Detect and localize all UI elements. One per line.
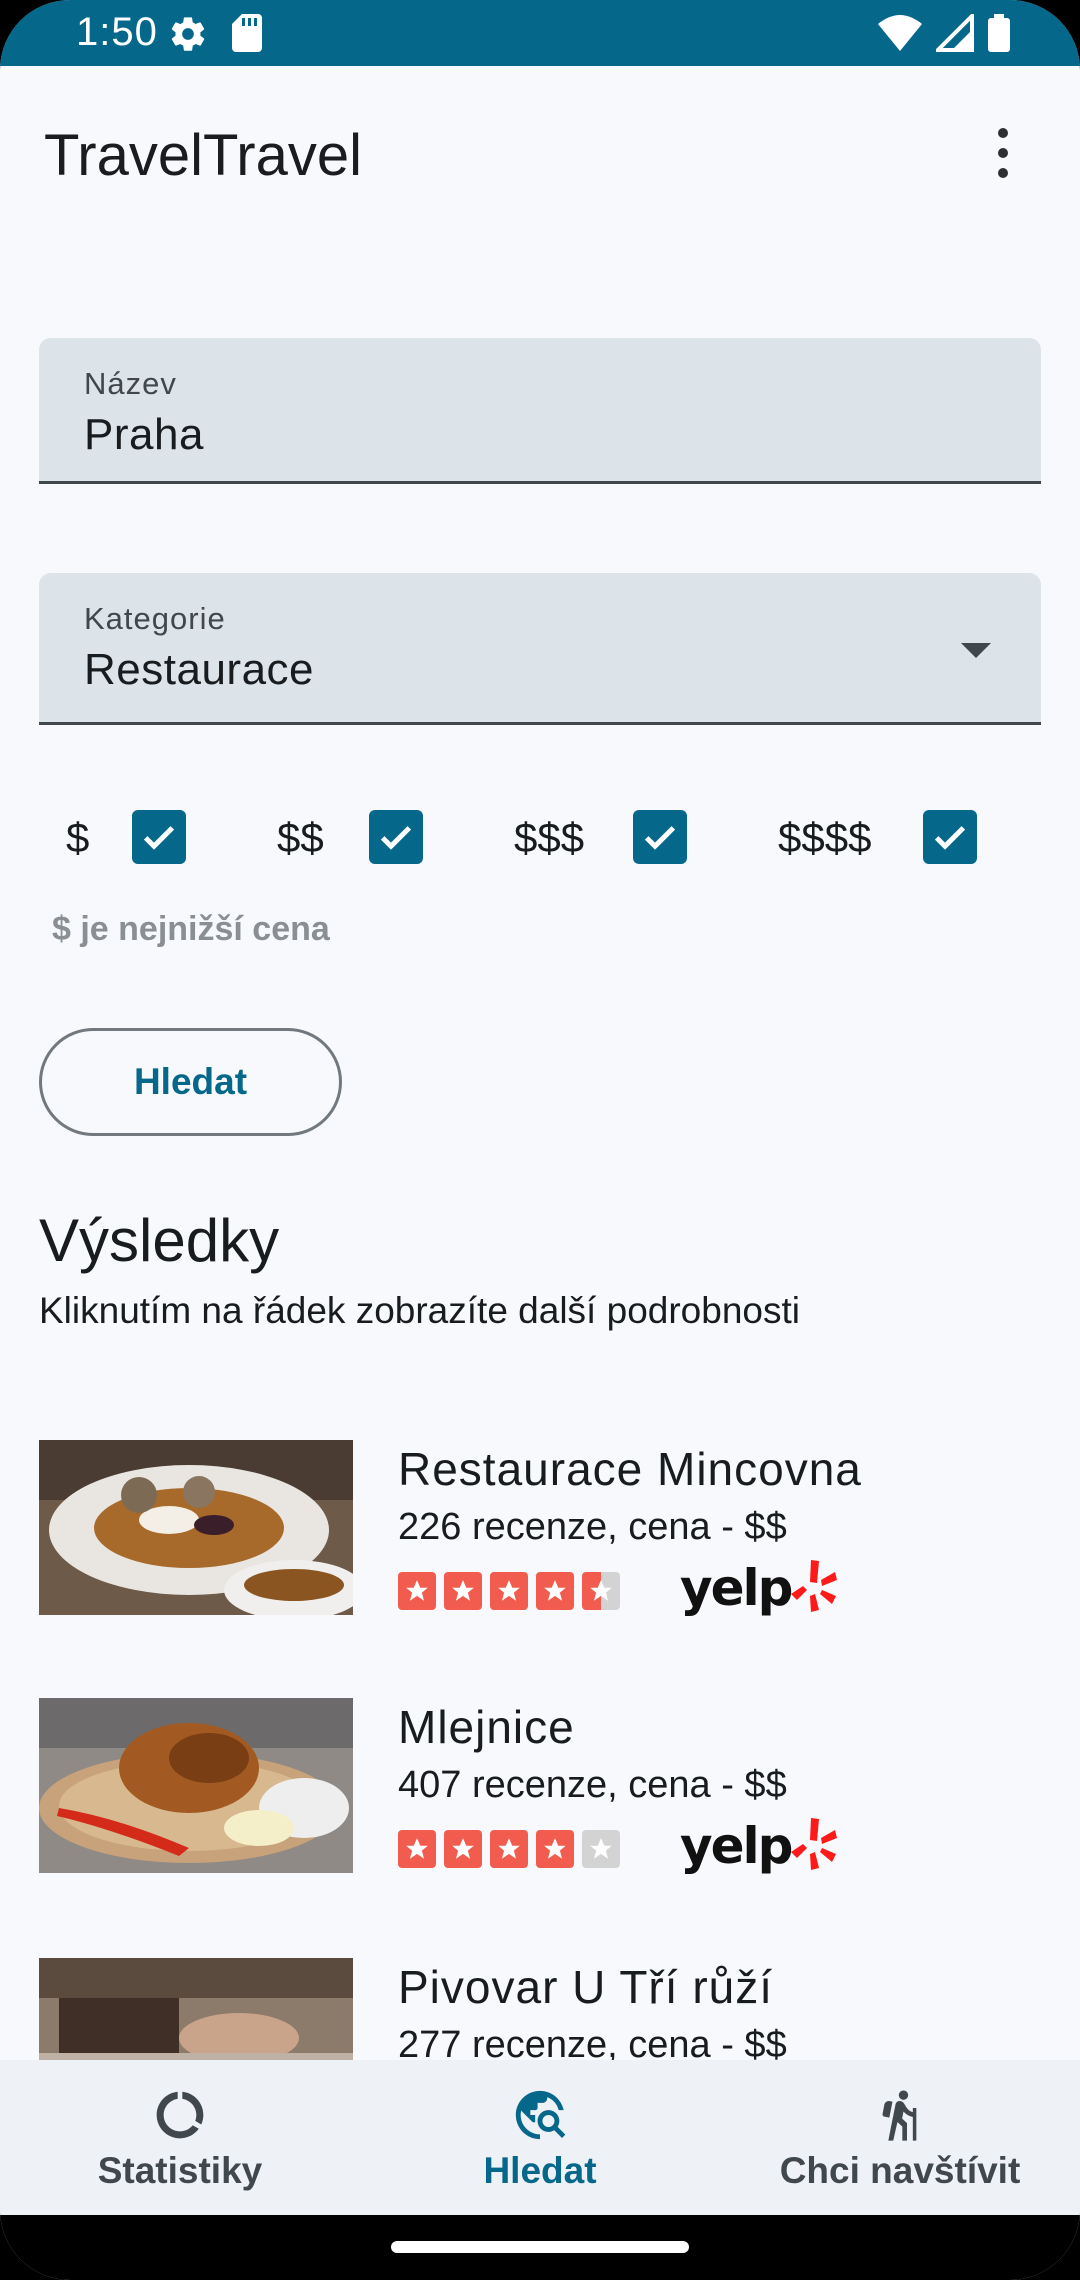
star-icon: [398, 1830, 436, 1868]
status-bar: 1:50: [0, 0, 1080, 66]
star-icon: [490, 1572, 528, 1610]
star-icon: [536, 1830, 574, 1868]
result-name: Restaurace Mincovna: [398, 1443, 862, 1495]
dropdown-arrow-icon[interactable]: [961, 643, 991, 658]
nav-item-statistiky[interactable]: Statistiky: [0, 2060, 360, 2215]
category-dropdown-label: Kategorie: [84, 601, 226, 636]
star-icon: [536, 1572, 574, 1610]
search-button[interactable]: Hledat: [39, 1028, 342, 1136]
star-icon: [444, 1572, 482, 1610]
bottom-navigation: Statistiky Hledat Chci navštívit: [0, 2060, 1080, 2215]
name-field-value[interactable]: Praha: [84, 410, 204, 460]
empty-star-icon: [582, 1830, 620, 1868]
price-label-4: $$$$: [778, 814, 872, 861]
star-icon: [490, 1830, 528, 1868]
results-subtitle: Kliknutím na řádek zobrazíte další podro…: [39, 1290, 800, 1331]
star-icon: [444, 1830, 482, 1868]
star-rating: [398, 1830, 620, 1868]
result-meta: 407 recenze, cena - $$: [398, 1764, 787, 1806]
price-checkbox-4[interactable]: [923, 810, 977, 864]
battery-icon: [988, 14, 1010, 57]
half-star-icon: [582, 1572, 620, 1610]
sd-card-icon: [232, 14, 262, 57]
star-icon: [398, 1572, 436, 1610]
nav-label-chci-navstivit: Chci navštívit: [779, 2150, 1021, 2191]
donut-chart-icon: [152, 2086, 208, 2144]
price-label-1: $: [66, 814, 90, 861]
result-row[interactable]: Restaurace Mincovna 226 recenze, cena - …: [0, 1440, 1080, 1640]
yelp-logo-icon: yelp: [680, 1816, 838, 1876]
price-filter-row: $ $$ $$$ $$$$: [0, 808, 1080, 868]
name-field-label: Název: [84, 366, 177, 401]
settings-icon: [168, 14, 208, 59]
more-vert-icon[interactable]: [975, 120, 1031, 186]
result-row[interactable]: Mlejnice 407 recenze, cena - $$ yelp: [0, 1698, 1080, 1898]
nav-label-statistiky: Statistiky: [97, 2150, 263, 2191]
status-time: 1:50: [76, 10, 158, 54]
result-thumbnail: [39, 1440, 353, 1615]
nav-item-chci-navstivit[interactable]: Chci navštívit: [720, 2060, 1080, 2215]
hiking-icon: [872, 2086, 928, 2144]
result-name: Pivovar U Tří růží: [398, 1961, 773, 2013]
gesture-handle[interactable]: [391, 2241, 689, 2253]
screen: 1:50 TravelTravel Název Praha Kategorie …: [0, 0, 1080, 2280]
price-checkbox-1[interactable]: [132, 810, 186, 864]
result-name: Mlejnice: [398, 1701, 575, 1753]
price-checkbox-2[interactable]: [369, 810, 423, 864]
nav-label-hledat: Hledat: [483, 2150, 597, 2191]
nav-item-hledat[interactable]: Hledat: [360, 2060, 720, 2215]
price-checkbox-3[interactable]: [633, 810, 687, 864]
result-meta: 226 recenze, cena - $$: [398, 1506, 787, 1548]
yelp-logo-icon: yelp: [680, 1558, 838, 1618]
result-thumbnail: [39, 1698, 353, 1873]
star-rating: [398, 1572, 620, 1610]
wifi-icon: [878, 15, 922, 56]
category-dropdown[interactable]: Kategorie Restaurace: [39, 573, 1041, 725]
price-hint: $ je nejnižší cena: [52, 910, 330, 948]
price-label-2: $$: [277, 814, 324, 861]
cell-signal-icon: [933, 11, 974, 57]
app-title: TravelTravel: [44, 123, 362, 188]
category-dropdown-value: Restaurace: [84, 645, 315, 694]
price-label-3: $$$: [514, 814, 585, 861]
results-title: Výsledky: [39, 1207, 280, 1274]
name-field[interactable]: Název Praha: [39, 338, 1041, 484]
travel-explore-icon: [511, 2086, 569, 2144]
